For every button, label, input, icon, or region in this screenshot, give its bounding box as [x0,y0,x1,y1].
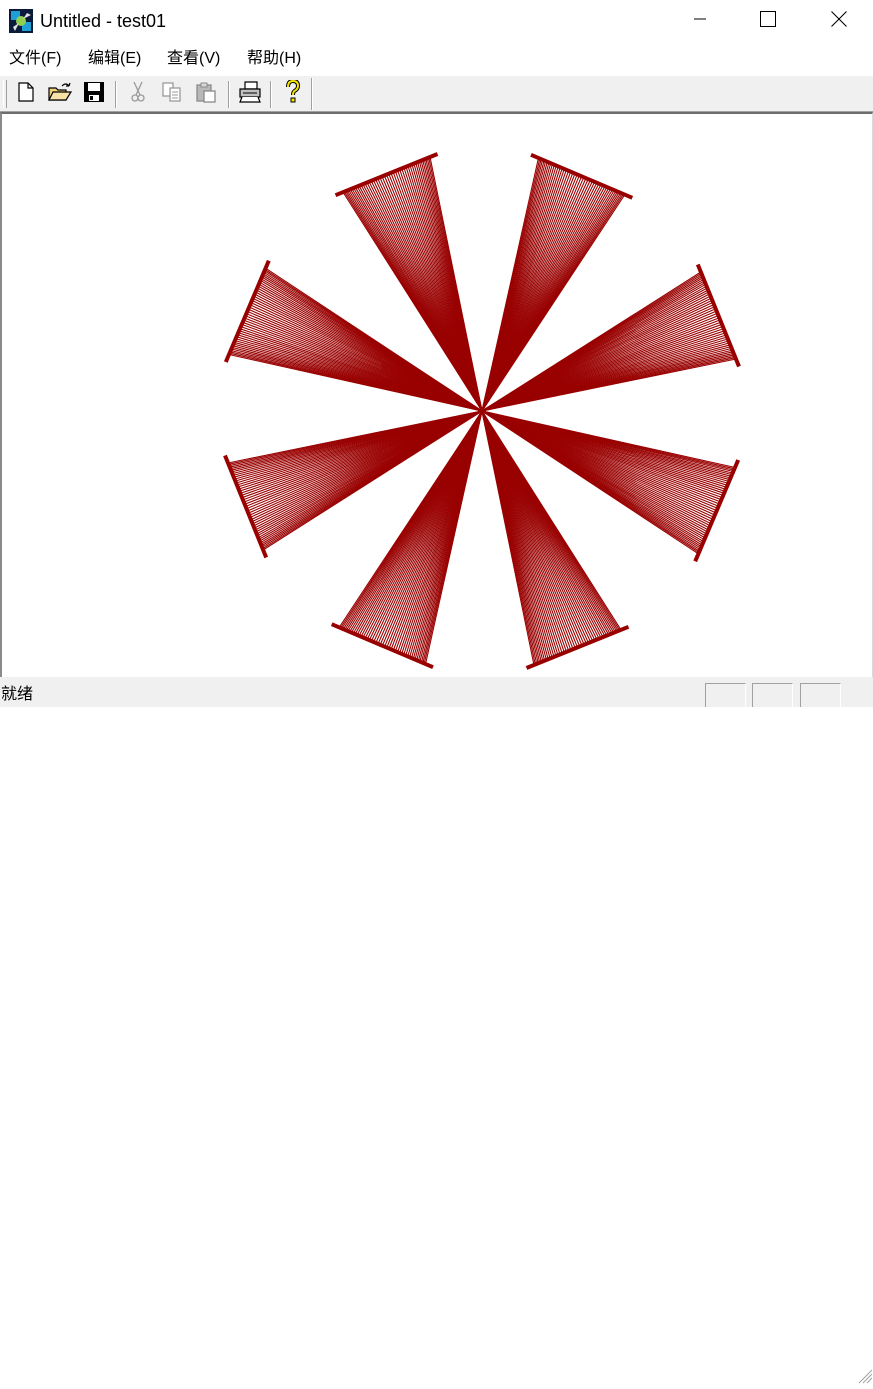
menu-help[interactable]: 帮助(H) [245,48,303,70]
status-pane-scrl [800,683,841,707]
print-icon [238,80,262,108]
toolbar-separator [115,81,117,108]
copy-button[interactable] [159,80,185,108]
toolbar-separator [228,81,230,108]
maximize-icon [760,10,776,32]
status-pane-cap [705,683,746,707]
save-disk-icon [83,81,105,108]
toolbar-grip[interactable] [3,80,7,108]
toolbar-end-separator [311,78,313,110]
cut-button[interactable] [125,80,151,108]
menu-bar: 文件(F) 编辑(E) 查看(V) 帮助(H) [0,44,873,74]
open-folder-icon [48,82,73,107]
paste-icon [195,81,217,108]
cut-scissors-icon [130,81,146,108]
resize-grip-icon[interactable] [853,1364,873,1384]
flower-drawing [223,152,741,670]
print-button[interactable] [237,80,263,108]
open-button[interactable] [47,80,73,108]
minimize-icon [693,12,707,31]
minimize-button[interactable] [666,0,734,42]
app-icon[interactable] [9,9,33,33]
title-bar[interactable]: Untitled - test01 [0,0,873,42]
flower-petals [223,152,741,670]
toolbar-separator [270,81,272,108]
status-bar: 就绪 [0,677,873,1384]
new-file-icon [17,81,35,107]
status-text: 就绪 [1,686,34,703]
copy-icon [161,81,183,108]
save-button[interactable] [81,80,107,108]
close-button[interactable] [805,0,873,42]
help-button[interactable] [280,78,306,109]
menu-file[interactable]: 文件(F) [7,48,63,70]
help-question-icon [285,78,301,109]
drawing-canvas[interactable] [0,112,873,677]
new-button[interactable] [13,80,39,108]
status-pane-num [752,683,793,707]
window-title: Untitled - test01 [40,11,167,31]
close-icon [831,10,847,32]
maximize-button[interactable] [734,0,802,42]
menu-view[interactable]: 查看(V) [165,48,222,70]
toolbar [0,75,873,112]
paste-button[interactable] [193,80,219,108]
menu-edit[interactable]: 编辑(E) [86,48,143,70]
